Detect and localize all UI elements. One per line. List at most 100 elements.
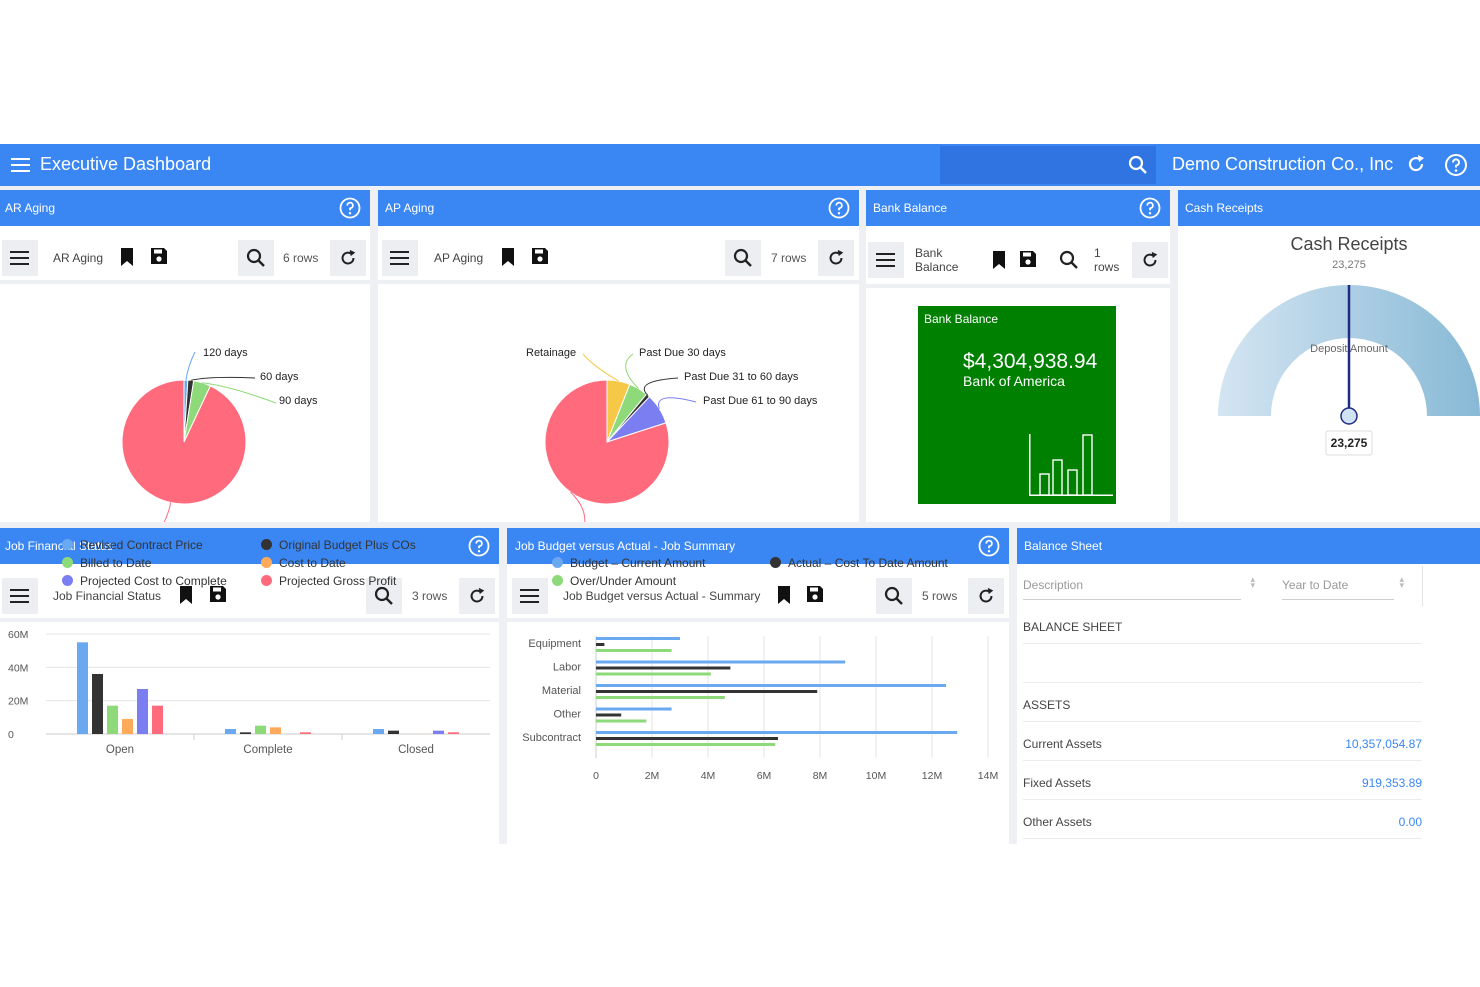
job-financial-menu-button[interactable] xyxy=(2,578,38,614)
legend-item[interactable]: Billed to Date xyxy=(62,556,151,570)
bar[interactable] xyxy=(596,719,647,723)
column-description[interactable]: Description ▴ ▾ xyxy=(1023,575,1255,600)
ar-aging-save-icon[interactable] xyxy=(150,247,168,270)
ar-aging-refresh-button[interactable] xyxy=(330,240,366,276)
bar[interactable] xyxy=(388,730,399,734)
ar-aging-search-button[interactable] xyxy=(238,240,274,276)
job-financial-help-icon[interactable] xyxy=(467,534,491,561)
table-row[interactable]: Other Assets 0.00 xyxy=(1023,801,1422,839)
pie-slice[interactable] xyxy=(121,379,247,505)
bar[interactable] xyxy=(92,674,103,734)
table-row[interactable]: ASSETS xyxy=(1023,684,1422,722)
job-budget-help-icon[interactable] xyxy=(977,534,1001,561)
bank-tile-bank-name: Bank of America xyxy=(963,373,1065,389)
bar[interactable] xyxy=(433,730,444,734)
legend-swatch xyxy=(62,557,73,568)
bar[interactable] xyxy=(596,637,680,640)
legend-label: Billed to Date xyxy=(80,556,152,570)
legend-item[interactable]: Original Budget Plus COs xyxy=(261,538,416,552)
bar[interactable] xyxy=(596,649,672,652)
bar[interactable] xyxy=(596,737,778,740)
bank-balance-refresh-button[interactable] xyxy=(1132,242,1168,278)
bar[interactable] xyxy=(240,732,251,734)
table-row[interactable] xyxy=(1023,645,1422,683)
bank-balance-tile[interactable]: Bank Balance $4,304,938.94 Bank of Ameri… xyxy=(918,306,1116,504)
job-budget-search-button[interactable] xyxy=(876,578,912,614)
bar[interactable] xyxy=(596,660,846,664)
bar[interactable] xyxy=(270,727,281,734)
bar[interactable] xyxy=(596,731,958,734)
bank-balance-menu-button[interactable] xyxy=(868,242,904,278)
pie-label: 120 days xyxy=(203,347,248,359)
legend-item[interactable]: Budget – Current Amount xyxy=(552,556,705,570)
ap-aging-bookmark-icon[interactable] xyxy=(501,247,515,272)
search-icon[interactable] xyxy=(1128,155,1148,175)
search-input[interactable] xyxy=(940,146,1120,184)
job-financial-bookmark-icon[interactable] xyxy=(179,585,193,610)
legend-item[interactable]: Revised Contract Price xyxy=(62,538,203,552)
global-search[interactable] xyxy=(940,146,1156,184)
ar-aging-menu-button[interactable] xyxy=(2,240,38,276)
hamburger-icon xyxy=(520,589,539,603)
legend-item[interactable]: Over/Under Amount xyxy=(552,574,676,588)
bar[interactable] xyxy=(122,719,133,734)
ap-aging-help-icon[interactable] xyxy=(827,196,851,223)
job-budget-refresh-button[interactable] xyxy=(968,578,1004,614)
search-icon xyxy=(733,248,752,267)
legend-item[interactable]: Cost to Date xyxy=(261,556,346,570)
bar[interactable] xyxy=(225,729,236,734)
bank-balance-save-icon[interactable] xyxy=(1019,250,1037,273)
gauge-value: 23,275 xyxy=(1331,436,1368,450)
bar[interactable] xyxy=(137,689,148,734)
bar[interactable] xyxy=(596,672,711,676)
ap-aging-save-icon[interactable] xyxy=(531,247,549,270)
job-budget-save-icon[interactable] xyxy=(806,585,824,608)
legend-swatch xyxy=(552,575,563,586)
ap-aging-refresh-button[interactable] xyxy=(818,240,854,276)
bar[interactable] xyxy=(596,696,725,699)
ar-aging-help-icon[interactable] xyxy=(338,196,362,223)
bar[interactable] xyxy=(596,684,946,687)
bank-balance-help-icon[interactable] xyxy=(1138,196,1162,223)
bar[interactable] xyxy=(448,732,459,734)
column-year-to-date[interactable]: Year to Date ▴ ▾ xyxy=(1282,575,1404,600)
job-budget-menu-button[interactable] xyxy=(512,578,548,614)
company-name[interactable]: Demo Construction Co., Inc xyxy=(1172,154,1393,175)
bar[interactable] xyxy=(255,725,266,734)
help-icon[interactable] xyxy=(1444,153,1468,182)
table-row[interactable]: BALANCE SHEET xyxy=(1023,606,1422,644)
legend-item[interactable]: Projected Gross Profit xyxy=(261,574,396,588)
bar[interactable] xyxy=(596,707,672,711)
bar[interactable] xyxy=(596,713,622,717)
legend-swatch xyxy=(261,539,272,550)
bank-balance-bookmark-icon[interactable] xyxy=(992,250,1006,275)
bar[interactable] xyxy=(596,743,776,746)
legend-label: Budget – Current Amount xyxy=(570,556,706,570)
legend-item[interactable]: Actual – Cost To Date Amount xyxy=(770,556,948,570)
sort-icon[interactable]: ▴ ▾ xyxy=(1399,575,1404,590)
ap-aging-menu-button[interactable] xyxy=(382,240,418,276)
ap-aging-search-button[interactable] xyxy=(725,240,761,276)
legend-item[interactable]: Projected Cost to Complete xyxy=(62,574,227,588)
bar[interactable] xyxy=(596,643,605,646)
refresh-icon[interactable] xyxy=(1405,153,1427,180)
bar[interactable] xyxy=(300,732,311,734)
job-budget-bookmark-icon[interactable] xyxy=(777,585,791,610)
gauge-subtitle: 23,275 xyxy=(1332,259,1366,271)
bar[interactable] xyxy=(152,705,163,734)
job-financial-refresh-button[interactable] xyxy=(459,578,495,614)
ap-aging-pie-chart: Retainage Past Due 30 days Past Due 31 to … xyxy=(526,347,818,522)
bank-balance-search-icon[interactable] xyxy=(1059,250,1079,275)
bar[interactable] xyxy=(596,690,818,693)
bar-chart-icon xyxy=(1029,434,1113,496)
table-row[interactable]: Current Assets 10,357,054.87 xyxy=(1023,723,1422,761)
job-financial-save-icon[interactable] xyxy=(209,585,227,608)
table-row[interactable]: Fixed Assets 919,353.89 xyxy=(1023,762,1422,800)
bar[interactable] xyxy=(107,705,118,734)
bar[interactable] xyxy=(373,729,384,734)
sort-icon[interactable]: ▴ ▾ xyxy=(1250,575,1255,590)
bar[interactable] xyxy=(596,666,731,670)
ar-aging-bookmark-icon[interactable] xyxy=(120,247,134,272)
bar[interactable] xyxy=(77,642,88,734)
main-menu-icon[interactable] xyxy=(10,154,32,176)
